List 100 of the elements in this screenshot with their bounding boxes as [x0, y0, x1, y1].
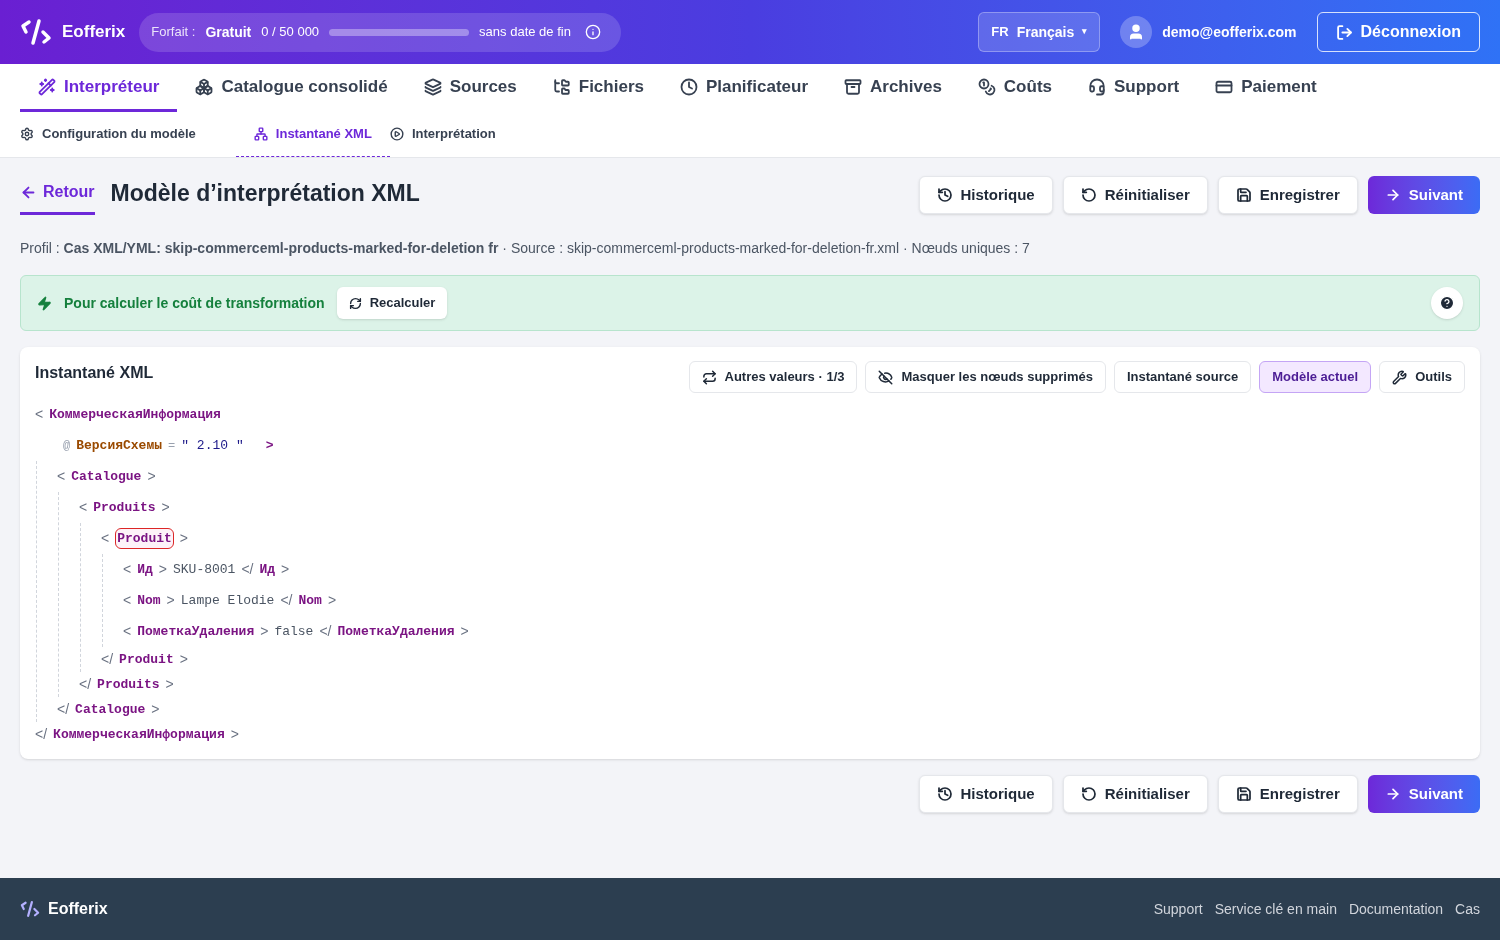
toolbar-button[interactable]: Masquer les nœuds supprimés — [865, 361, 1106, 393]
brand-name: Eofferix — [62, 21, 126, 44]
refresh-icon — [348, 296, 362, 310]
sitemap-icon — [253, 127, 268, 141]
xml-punctuation: > — [158, 560, 167, 579]
nav-tab[interactable]: Archives — [826, 64, 960, 112]
xml-punctuation: > — [165, 675, 174, 694]
footer-link[interactable]: Support — [1153, 898, 1203, 920]
profile-info: Profil : Cas XML/YML: skip-commerceml-products-marked-for-deletion fr · Source : skip-commerceml-products-marked-for-deletion-fr.xml · Nœuds uniques : 7 — [20, 239, 1031, 258]
plan-expiry: sans date de fin — [479, 23, 571, 42]
sub-tab[interactable]: Configuration du modèle — [20, 112, 236, 157]
toolbar-button[interactable]: Autres valeurs · 1/3 — [688, 361, 858, 393]
xml-tag-name[interactable]: КоммерческаяИнформация — [49, 404, 221, 425]
nav-tab[interactable]: Coûts — [959, 64, 1070, 112]
xml-text-value: Lampe Elodie — [180, 591, 275, 610]
language-code: FR — [991, 23, 1009, 42]
xml-closing-tag: Nom — [298, 590, 322, 611]
xml-tag-name[interactable]: Produit — [115, 527, 174, 550]
back-link[interactable]: Retour — [20, 180, 95, 215]
xml-punctuation: = — [168, 437, 176, 455]
toolbar-button[interactable]: Instantané source — [1113, 361, 1252, 393]
toolbar-button[interactable]: Modèle actuel — [1259, 361, 1372, 393]
help-icon — [1439, 295, 1455, 311]
play-icon — [389, 127, 404, 141]
xml-punctuation: > — [179, 529, 188, 548]
xml-punctuation: </ — [280, 591, 293, 610]
xml-attribute-name: ВерсияСхемы — [76, 436, 163, 455]
plan-usage: 0 / 50 000 — [261, 23, 320, 42]
xml-closing-tag: Ид — [259, 559, 276, 580]
reset-icon — [1080, 786, 1097, 802]
xml-punctuation: < — [123, 622, 132, 641]
xml-punctuation: </ — [79, 675, 92, 694]
xml-tag-name[interactable]: Produits — [93, 497, 156, 518]
xml-punctuation: > — [327, 591, 337, 610]
card-title: Instantané XML — [35, 363, 154, 383]
xml-text-value: false — [274, 622, 314, 641]
xml-punctuation: > — [166, 591, 175, 610]
user-email[interactable]: demo@eofferix.com — [1162, 21, 1297, 43]
xml-closing-tag: КоммерческаяИнформация — [53, 724, 225, 745]
footer-link[interactable]: Service clé en main — [1214, 898, 1337, 920]
sub-tab[interactable]: Instantané XML — [235, 112, 390, 157]
avatar-icon — [1120, 16, 1153, 48]
nav-tab[interactable]: Catalogue consolidé — [177, 64, 406, 112]
layers-icon — [423, 77, 442, 96]
sub-tab[interactable]: Interprétation — [389, 112, 536, 157]
xml-tag-name[interactable]: Nom — [137, 590, 161, 611]
wand-icon — [38, 77, 56, 96]
xml-punctuation: </ — [319, 622, 332, 641]
xml-tag-name[interactable]: Catalogue — [71, 466, 142, 487]
nav-tab[interactable]: Sources — [405, 64, 535, 112]
boxes-icon — [195, 77, 214, 96]
info-icon[interactable] — [584, 24, 601, 40]
xml-tag-name[interactable]: ПометкаУдаления — [137, 621, 255, 642]
xml-punctuation: < — [123, 560, 132, 579]
xml-closing-tag: ПометкаУдаления — [337, 621, 455, 642]
action-button[interactable]: Réinitialiser — [1062, 775, 1208, 813]
xml-tag-name[interactable]: Ид — [137, 559, 153, 580]
wrench-icon — [1392, 369, 1408, 385]
action-button[interactable]: Enregistrer — [1217, 775, 1358, 813]
caret-icon: ▾ — [1082, 25, 1088, 39]
nav-tab[interactable]: Fichiers — [534, 64, 662, 112]
recalculate-button[interactable]: Recalculer — [336, 287, 448, 319]
language-select[interactable]: FR Français ▾ — [978, 12, 1101, 52]
nav-tab[interactable]: Planificateur — [661, 64, 826, 112]
help-button[interactable] — [1431, 287, 1463, 319]
action-button[interactable]: Historique — [918, 176, 1053, 214]
xml-punctuation: > — [260, 622, 269, 641]
xml-attribute-value: " 2.10 " — [181, 436, 244, 455]
footer-link[interactable]: Documentation — [1348, 898, 1444, 920]
toolbar-button[interactable]: Outils — [1379, 361, 1465, 393]
xml-punctuation: > — [179, 650, 188, 669]
xml-closing-tag: Produit — [119, 649, 174, 670]
action-button[interactable]: Enregistrer — [1217, 176, 1358, 214]
logo-icon — [20, 16, 52, 48]
xml-punctuation: > — [230, 725, 239, 744]
eye-off-icon — [878, 369, 894, 385]
coins-icon — [977, 77, 996, 96]
history-icon — [936, 187, 953, 203]
next-button[interactable]: Suivant — [1367, 775, 1480, 813]
xml-closing-tag: Produits — [97, 674, 160, 695]
repeat-icon — [701, 369, 717, 385]
xml-punctuation: < — [35, 405, 44, 424]
language-name: Français — [1016, 22, 1075, 42]
clock-icon — [679, 77, 698, 96]
xml-punctuation: > — [265, 436, 274, 455]
logout-button[interactable]: Déconnexion — [1316, 12, 1480, 52]
nav-tab[interactable]: Interpréteur — [20, 64, 178, 112]
nav-tab[interactable]: Support — [1070, 64, 1198, 112]
notice-text: Pour calculer le coût de transformation — [64, 293, 325, 313]
action-button[interactable]: Réinitialiser — [1062, 176, 1208, 214]
plan-name: Gratuit — [205, 22, 252, 42]
action-button[interactable]: Historique — [918, 775, 1053, 813]
xml-punctuation: </ — [101, 650, 114, 669]
nav-tab[interactable]: Paiement — [1197, 64, 1335, 112]
xml-text-value: SKU-8001 — [173, 560, 236, 579]
next-button[interactable]: Suivant — [1367, 176, 1480, 214]
xml-closing-tag: Catalogue — [75, 699, 146, 720]
footer-link[interactable]: Cas — [1455, 898, 1480, 920]
xml-punctuation: </ — [57, 700, 70, 719]
xml-punctuation: < — [57, 467, 66, 486]
